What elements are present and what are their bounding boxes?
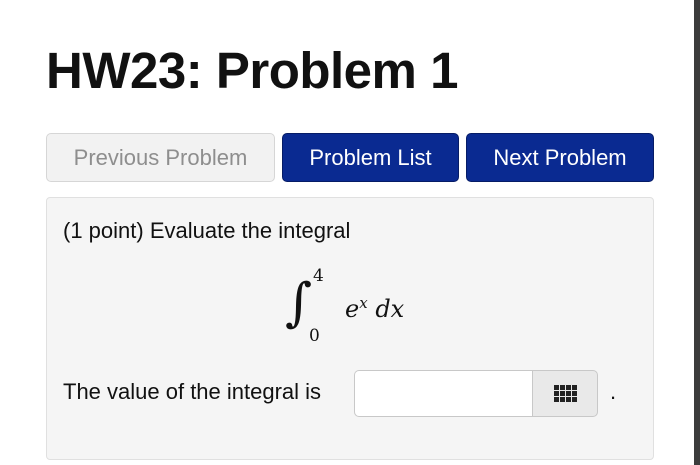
lower-limit: 0 xyxy=(309,326,320,346)
upper-limit: 4 xyxy=(313,266,324,286)
answer-trailing-period: . xyxy=(610,379,617,404)
integral-expression: ∫ 4 0 ex dx xyxy=(279,264,479,354)
keypad-grid-icon xyxy=(554,385,577,402)
next-problem-button[interactable]: Next Problem xyxy=(466,133,654,182)
previous-problem-button[interactable]: Previous Problem xyxy=(46,133,275,182)
answer-input[interactable] xyxy=(354,370,532,417)
problem-panel: (1 point) Evaluate the integral ∫ 4 0 ex… xyxy=(46,197,654,460)
answer-label: The value of the integral is xyxy=(63,379,322,404)
problem-list-button[interactable]: Problem List xyxy=(282,133,459,182)
integrand: ex dx xyxy=(345,294,404,323)
integrand-exponent: x xyxy=(359,294,368,312)
window-edge xyxy=(694,0,700,465)
integrand-base: e xyxy=(345,295,360,323)
problem-prompt: (1 point) Evaluate the integral xyxy=(63,218,351,243)
keypad-button[interactable] xyxy=(532,370,598,417)
differential: dx xyxy=(375,295,405,323)
page-title: HW23: Problem 1 xyxy=(46,42,458,99)
